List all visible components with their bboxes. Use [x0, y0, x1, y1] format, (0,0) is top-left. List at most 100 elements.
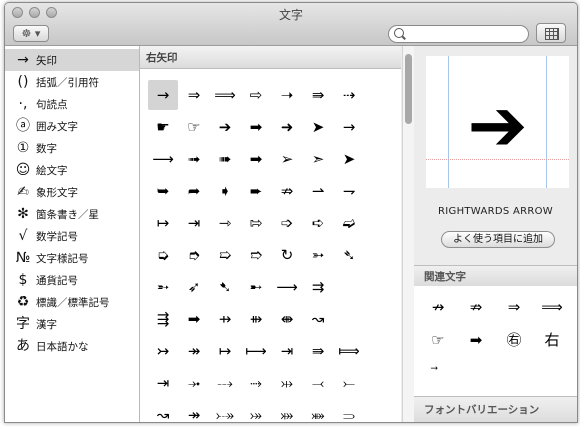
character-cell[interactable]: ⇥ — [272, 336, 302, 366]
character-cell[interactable]: ⟶ — [148, 144, 178, 174]
character-cell[interactable]: ⇀ — [303, 176, 333, 206]
related-character[interactable]: ⇏ — [458, 292, 494, 322]
sidebar-item[interactable]: → 矢印 — [5, 49, 139, 71]
character-cell[interactable]: ⤑ — [241, 368, 271, 398]
related-character[interactable]: 右 — [534, 325, 570, 355]
add-to-favorites-button[interactable]: よく使う項目に追加 — [441, 231, 555, 248]
related-character[interactable]: ☞ — [420, 325, 456, 355]
character-cell[interactable]: ⇛ — [303, 336, 333, 366]
character-cell[interactable]: ➱ — [241, 240, 271, 270]
character-cell[interactable]: ➭ — [148, 240, 178, 270]
sidebar-item[interactable]: ☺ 絵文字 — [5, 159, 139, 181]
character-cell[interactable]: ➡ — [241, 112, 271, 142]
character-cell[interactable]: ➜ — [272, 112, 302, 142]
character-cell[interactable]: ⇛ — [303, 80, 333, 110]
character-cell[interactable]: ⤚ — [334, 368, 364, 398]
sidebar-item[interactable]: ① 数字 — [5, 137, 139, 159]
character-cell[interactable]: ⇶ — [148, 304, 178, 334]
character-cell[interactable]: ⟹ — [210, 80, 240, 110]
sidebar-item[interactable]: ✻ 箇条書き／星 — [5, 203, 139, 225]
sidebar-item[interactable]: () 括弧／引用符 — [5, 71, 139, 93]
character-cell[interactable]: ↠ — [179, 400, 209, 422]
character-cell[interactable]: ⇻ — [241, 304, 271, 334]
character-cell[interactable]: ⇰ — [241, 208, 271, 238]
character-cell[interactable]: ➝ — [272, 80, 302, 110]
character-cell[interactable]: ➳ — [303, 240, 333, 270]
character-cell[interactable]: ↠ — [179, 336, 209, 366]
character-cell[interactable]: ➠ — [210, 144, 240, 174]
character-cell[interactable]: ⇼ — [272, 304, 302, 334]
font-variation-header[interactable]: フォントバリエーション — [414, 396, 577, 422]
character-cell[interactable]: ⇢ — [334, 80, 364, 110]
character-cell[interactable]: ↻ — [272, 240, 302, 270]
character-cell[interactable]: ➫ — [334, 208, 364, 238]
search-input[interactable] — [407, 27, 522, 41]
related-header[interactable]: 関連文字 — [414, 265, 577, 287]
character-cell[interactable]: ➥ — [148, 176, 178, 206]
related-character[interactable]: ↛ — [420, 292, 456, 322]
character-cell[interactable]: ⤖ — [241, 400, 271, 422]
related-character[interactable]: ㊨ — [496, 325, 532, 355]
sidebar-item[interactable]: $ 通貨記号 — [5, 269, 139, 291]
character-palette-button[interactable] — [536, 23, 566, 43]
character-cell[interactable]: ➦ — [179, 176, 209, 206]
character-cell[interactable]: ⤐ — [210, 400, 240, 422]
related-character[interactable]: ⃗ — [420, 358, 456, 388]
character-cell[interactable]: ⤘ — [303, 400, 333, 422]
character-cell[interactable]: ➷ — [210, 272, 240, 302]
character-cell[interactable]: → — [148, 80, 178, 110]
character-cell[interactable]: ➡ — [241, 144, 271, 174]
character-cell[interactable]: ⇏ — [272, 176, 302, 206]
character-cell[interactable]: ➪ — [303, 208, 333, 238]
character-cell[interactable]: ⇉ — [303, 272, 333, 302]
character-cell[interactable]: ➸ — [241, 272, 271, 302]
sidebar-item[interactable]: ⓐ 囲み文字 — [5, 115, 139, 137]
character-cell[interactable]: ⥰ — [334, 400, 364, 422]
character-cell[interactable]: ➩ — [272, 208, 302, 238]
character-cell[interactable]: ➔ — [210, 112, 240, 142]
sidebar-item[interactable]: √ 数学記号 — [5, 225, 139, 247]
sidebar-item[interactable]: 字漢字 — [5, 313, 139, 335]
related-character[interactable]: ⟹ — [534, 292, 570, 322]
search-field[interactable] — [388, 25, 529, 43]
sidebar-item[interactable]: № 文字様記号 — [5, 247, 139, 269]
character-cell[interactable]: ➤ — [303, 112, 333, 142]
character-cell[interactable]: ↝ — [303, 304, 333, 334]
character-cell[interactable]: ➧ — [210, 176, 240, 206]
character-cell[interactable]: ☞ — [179, 112, 209, 142]
grid-scrollbar[interactable] — [402, 46, 414, 422]
character-cell[interactable]: ➮ — [179, 240, 209, 270]
character-cell[interactable]: ⇒ — [179, 80, 209, 110]
sidebar-item[interactable]: ✍ 象形文字 — [5, 181, 139, 203]
character-cell[interactable]: ⤏ — [210, 368, 240, 398]
character-cell[interactable]: ➟ — [179, 144, 209, 174]
related-character[interactable]: ➡ — [458, 325, 494, 355]
character-cell[interactable]: ⟾ — [334, 336, 364, 366]
character-cell[interactable]: ➶ — [179, 272, 209, 302]
character-cell[interactable]: ➯ — [210, 240, 240, 270]
character-cell[interactable]: ⇸ — [210, 304, 240, 334]
scrollbar-thumb[interactable] — [405, 54, 412, 124]
character-cell[interactable]: ➴ — [334, 240, 364, 270]
character-cell[interactable]: ➨ — [241, 176, 271, 206]
character-cell[interactable]: ⟶ — [272, 272, 302, 302]
character-cell[interactable]: ↦ — [210, 336, 240, 366]
character-cell[interactable]: ➢ — [272, 144, 302, 174]
character-cell[interactable]: ➵ — [148, 272, 178, 302]
character-cell[interactable]: ➡ — [179, 304, 209, 334]
character-cell[interactable]: ☛ — [148, 112, 178, 142]
character-cell[interactable]: → — [334, 112, 364, 142]
character-cell[interactable]: ➤ — [334, 144, 364, 174]
character-cell[interactable]: ↣ — [148, 336, 178, 366]
character-cell[interactable]: ⤔ — [272, 368, 302, 398]
character-cell[interactable]: ⤞ — [179, 368, 209, 398]
character-cell[interactable]: ⟼ — [241, 336, 271, 366]
character-cell[interactable]: ⤗ — [272, 400, 302, 422]
character-cell[interactable]: ⇥ — [179, 208, 209, 238]
sidebar-item[interactable]: ♻ 標識／標準記号 — [5, 291, 139, 313]
character-cell[interactable]: ↝ — [148, 400, 178, 422]
sidebar-item[interactable]: あ日本語かな — [5, 335, 139, 357]
gear-menu-button[interactable]: ☸ ▾ — [13, 25, 49, 42]
character-cell[interactable]: ⇥ — [148, 368, 178, 398]
character-cell[interactable]: ⇨ — [241, 80, 271, 110]
